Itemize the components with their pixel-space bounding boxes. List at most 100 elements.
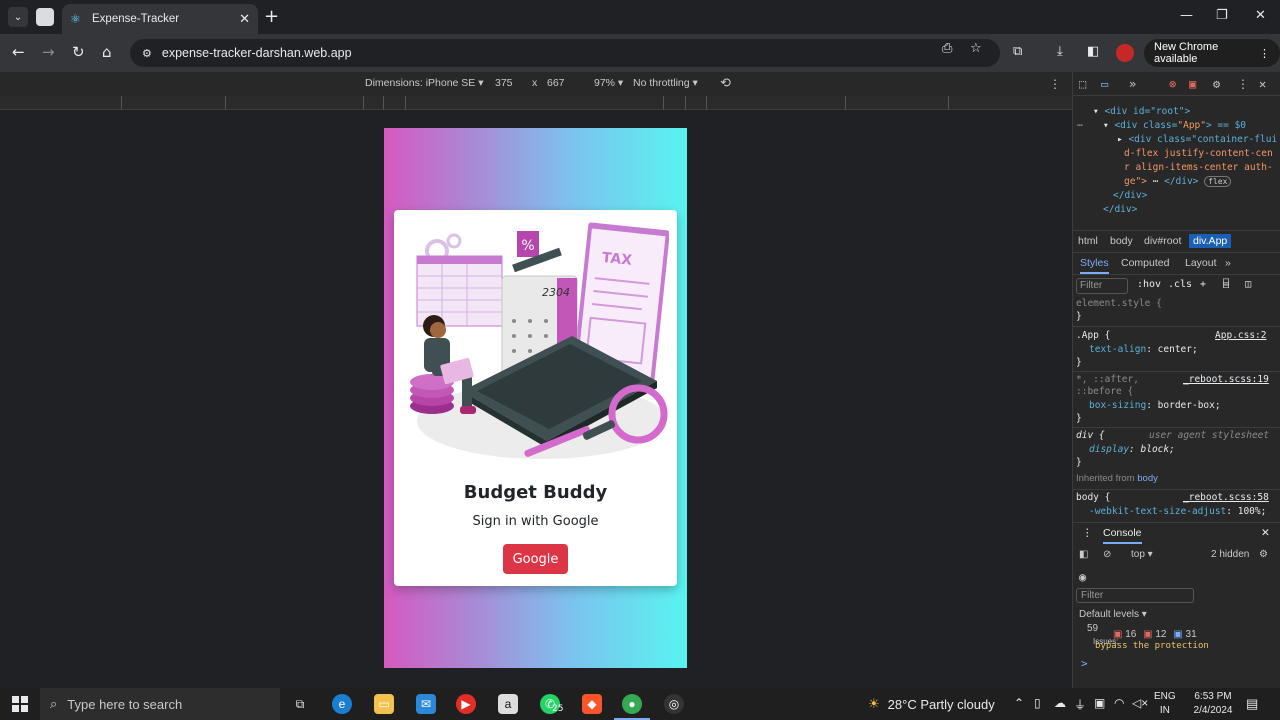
more-tabs-icon[interactable]: » <box>1129 77 1136 91</box>
app-text-align[interactable]: text-align: center; <box>1089 344 1198 355</box>
inherited-body-link[interactable]: body <box>1137 473 1158 484</box>
tab-styles[interactable]: Styles <box>1080 257 1109 274</box>
zoom-select[interactable]: 97% ▾ <box>594 77 623 89</box>
back-icon[interactable]: ← <box>12 43 25 61</box>
drawer-menu-icon[interactable]: ⋮ <box>1082 527 1093 539</box>
reload-icon[interactable]: ↻ <box>72 43 85 61</box>
taskbar-search[interactable]: ⌕ Type here to search <box>40 688 280 720</box>
inactive-tab-icon[interactable] <box>36 8 54 26</box>
restore-icon[interactable]: ❐ <box>1216 8 1228 23</box>
inspect-element-icon[interactable]: ⬚ <box>1079 77 1086 91</box>
windows-start-icon[interactable] <box>12 696 28 712</box>
breadcrumb-app[interactable]: div.App <box>1189 234 1232 248</box>
extensions-icon[interactable]: ⧉ <box>1013 44 1022 59</box>
throttling-select[interactable]: No throttling ▾ <box>633 77 698 89</box>
issues-count[interactable]: 59 <box>1087 623 1098 634</box>
device-toggle-icon[interactable]: ▭ <box>1101 77 1108 91</box>
dom-node-app[interactable]: ▾ <div class="App"> == $0 <box>1103 120 1246 131</box>
drawer-close-icon[interactable]: ✕ <box>1261 527 1270 539</box>
tray-usb-icon[interactable]: ⏚ <box>1074 696 1086 713</box>
volume-muted-icon[interactable]: ◁× <box>1132 696 1148 710</box>
hov-toggle[interactable]: :hov <box>1137 279 1161 290</box>
console-filter-input[interactable]: Filter <box>1076 588 1194 603</box>
task-view-icon[interactable]: ⧉ <box>290 694 310 714</box>
console-settings-icon[interactable]: ⚙ <box>1259 549 1268 560</box>
issues-icon[interactable]: ▣ <box>1189 77 1196 91</box>
sidebar-toggle-icon[interactable]: ◫ <box>1245 279 1251 290</box>
forward-icon[interactable]: → <box>42 43 55 61</box>
address-bar[interactable]: ⚙ expense-tracker-darshan.web.app <box>130 39 1000 67</box>
height-input[interactable]: 667 <box>547 77 565 89</box>
profile-avatar[interactable] <box>1116 44 1134 62</box>
wifi-icon[interactable]: ◠ <box>1114 696 1124 710</box>
add-rule-icon[interactable]: + <box>1200 279 1206 290</box>
dom-node-root[interactable]: ▾ <div id="root"> <box>1093 106 1190 117</box>
tab-close-icon[interactable]: ✕ <box>239 12 250 27</box>
tray-app-icon[interactable]: ▯ <box>1034 696 1041 710</box>
dom-node-container[interactable]: ▸ <div class="container-flui <box>1117 134 1277 145</box>
rotate-icon[interactable]: ⟲ <box>720 75 731 91</box>
tab-expense-tracker[interactable]: ⚛ Expense-Tracker ✕ <box>62 4 258 34</box>
breadcrumb-body[interactable]: body <box>1110 235 1133 247</box>
dimensions-select[interactable]: Dimensions: iPhone SE ▾ <box>365 77 484 89</box>
paint-icon[interactable]: ⌸ <box>1223 279 1229 290</box>
tab-search-button[interactable]: ⌄ <box>8 7 28 27</box>
system-clock[interactable]: 6:53 PM 2/4/2024 <box>1190 690 1236 718</box>
live-expression-eye-icon[interactable]: ◉ <box>1079 570 1086 584</box>
media-query-ruler[interactable] <box>0 96 1072 110</box>
styles-filter-input[interactable]: Filter <box>1076 278 1128 294</box>
issue-badges[interactable]: ▣ 16 ▣ 12 ▣ 31 <box>1113 629 1197 640</box>
site-info-icon[interactable]: ⚙ <box>142 47 152 60</box>
downloads-icon[interactable]: ⤓ <box>1057 44 1063 59</box>
cls-toggle[interactable]: .cls <box>1168 279 1192 290</box>
devtools-close-icon[interactable]: ✕ <box>1259 77 1266 91</box>
box-sizing-decl[interactable]: box-sizing: border-box; <box>1089 400 1221 411</box>
google-sign-in-button[interactable]: Google <box>503 544 568 574</box>
star-rule-selector[interactable]: *, ::after, <box>1076 374 1139 385</box>
new-chrome-available-button[interactable]: New Chrome available ⋮ <box>1144 39 1280 67</box>
amazon-icon[interactable]: a <box>498 694 518 714</box>
reboot-link-19[interactable]: _reboot.scss:19 <box>1183 374 1269 385</box>
youtube-icon[interactable]: ▶ <box>456 694 476 714</box>
devtools-settings-icon[interactable]: ⚙ <box>1213 77 1220 91</box>
context-select[interactable]: top ▾ <box>1131 549 1153 560</box>
reboot-link-58[interactable]: _reboot.scss:58 <box>1183 492 1269 503</box>
tab-layout[interactable]: Layout <box>1185 257 1217 269</box>
language-indicator[interactable]: ENG IN <box>1154 690 1176 718</box>
tray-cloud-icon[interactable]: ☁ <box>1054 696 1066 710</box>
notifications-icon[interactable]: ▤ <box>1246 696 1258 712</box>
default-levels-select[interactable]: Default levels ▾ <box>1079 609 1147 620</box>
display-decl[interactable]: display: block; <box>1089 444 1175 455</box>
tab-computed[interactable]: Computed <box>1121 257 1169 269</box>
tray-display-icon[interactable]: ▣ <box>1094 696 1105 710</box>
console-prompt[interactable]: > <box>1081 657 1088 670</box>
div-rule-selector[interactable]: div { <box>1076 430 1105 441</box>
text-size-adjust-decl[interactable]: -webkit-text-size-adjust: 100%; <box>1089 506 1266 517</box>
devtools-menu-icon[interactable]: ⋮ <box>1237 77 1249 91</box>
body-rule-selector[interactable]: body { <box>1076 492 1110 503</box>
dom-node-dots-icon[interactable]: ⋯ <box>1077 120 1083 131</box>
app-css-link[interactable]: App.css:2 <box>1215 330 1266 341</box>
tray-chevron-icon[interactable]: ⌃ <box>1014 696 1024 710</box>
window-close-icon[interactable]: ✕ <box>1255 8 1266 23</box>
minimize-icon[interactable]: — <box>1180 8 1193 23</box>
weather-widget[interactable]: ☀ 28°C Partly cloudy <box>868 696 995 712</box>
console-sidebar-icon[interactable]: ◧ <box>1079 549 1088 560</box>
side-panel-icon[interactable]: ◧ <box>1087 44 1099 59</box>
mail-icon[interactable]: ✉ <box>416 694 436 714</box>
clear-console-icon[interactable]: ⊘ <box>1103 549 1111 560</box>
obs-icon[interactable]: ◎ <box>664 694 684 714</box>
more-subtabs-icon[interactable]: » <box>1225 257 1231 269</box>
breadcrumb-root[interactable]: div#root <box>1144 235 1181 247</box>
breadcrumb-html[interactable]: html <box>1078 235 1098 247</box>
error-count-icon[interactable]: ⊗ <box>1169 77 1176 91</box>
element-style-rule[interactable]: element.style { <box>1076 298 1162 309</box>
bookmark-star-icon[interactable]: ☆ <box>970 41 982 56</box>
install-app-icon[interactable]: ⎙ <box>942 41 952 56</box>
edge-icon[interactable]: e <box>332 694 352 714</box>
width-input[interactable]: 375 <box>495 77 513 89</box>
app-rule-selector[interactable]: .App { <box>1076 330 1110 341</box>
chrome-icon[interactable]: ● <box>614 694 650 720</box>
new-tab-icon[interactable]: + <box>264 6 279 27</box>
console-tab[interactable]: Console <box>1103 527 1142 544</box>
